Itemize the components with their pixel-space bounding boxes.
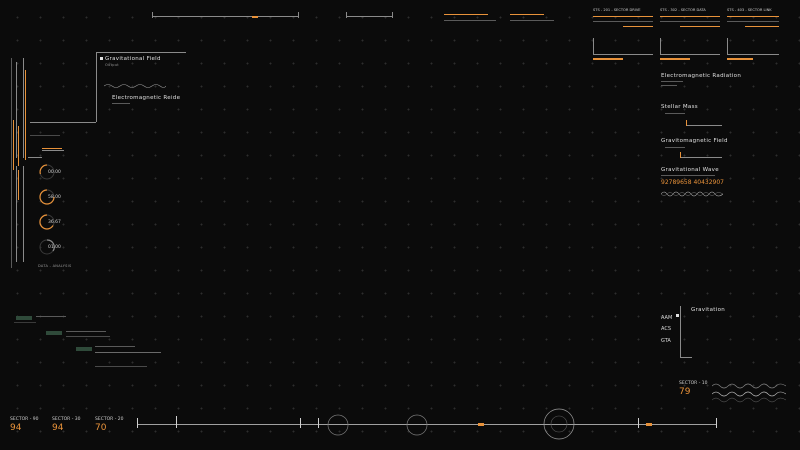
- field-panel-subtitle: Output: [105, 63, 119, 67]
- target-circle-icon: [543, 408, 575, 440]
- sector-readout: SECTOR - 90 94: [10, 417, 38, 433]
- data-analysis-label: DATA - ANALYSIS: [38, 264, 72, 268]
- status-card: STS - 201 - SECTOR DRIVE: [593, 8, 655, 60]
- field-panel-title: Gravitational Field: [105, 56, 161, 62]
- gravitation-chart-label: AAM: [661, 315, 673, 321]
- target-circle-icon: [327, 414, 349, 436]
- field-panel-sub-title: Electromagnetic Reide: [112, 95, 181, 101]
- right-panel-item-title: Gravitomagnetic Field: [661, 138, 728, 144]
- sector-value: 94: [52, 423, 64, 433]
- status-card-title: STS - 201 - SECTOR DRIVE: [593, 8, 641, 12]
- sector-name: SECTOR - 10: [679, 381, 708, 386]
- waveform-icon: [712, 383, 786, 403]
- sector-value: 70: [95, 423, 107, 433]
- gauge-value: 01.00: [48, 245, 61, 250]
- sector-name: SECTOR - 90: [10, 417, 39, 422]
- right-panel-item-title: Stellar Mass: [661, 104, 698, 110]
- gauge-value: 36.67: [48, 220, 61, 225]
- right-panel-item-title: Gravitational Wave: [661, 167, 719, 173]
- waveform-icon: [661, 191, 723, 197]
- sector-value: 79: [679, 387, 691, 397]
- sector-name: SECTOR - 30: [52, 417, 81, 422]
- gravitation-chart-label: ACS: [661, 326, 671, 332]
- gauge-value: 00.00: [48, 170, 61, 175]
- gauge-value: 58.00: [48, 195, 61, 200]
- status-card-title: STS - 302 - SECTOR DATA: [660, 8, 706, 12]
- gravitation-chart-title: Gravitation: [691, 307, 726, 313]
- sector-name: SECTOR - 20: [95, 417, 124, 422]
- sector-readout: SECTOR - 20 70: [95, 417, 123, 433]
- sector-readout: SECTOR - 10 79: [679, 381, 707, 397]
- waveform-icon: [104, 84, 166, 88]
- status-card: STS - 302 - SECTOR DATA: [660, 8, 722, 60]
- target-circle-icon: [406, 414, 428, 436]
- gravitation-chart-label: GTA: [661, 338, 671, 344]
- status-card: STS - 403 - SECTOR LINK: [727, 8, 789, 60]
- right-panel-item-title: Electromagnetic Radiation: [661, 73, 742, 79]
- sector-readout: SECTOR - 30 94: [52, 417, 80, 433]
- sector-value: 94: [10, 423, 22, 433]
- status-card-title: STS - 403 - SECTOR LINK: [727, 8, 772, 12]
- wave-number: 92789658 40432907: [661, 179, 724, 186]
